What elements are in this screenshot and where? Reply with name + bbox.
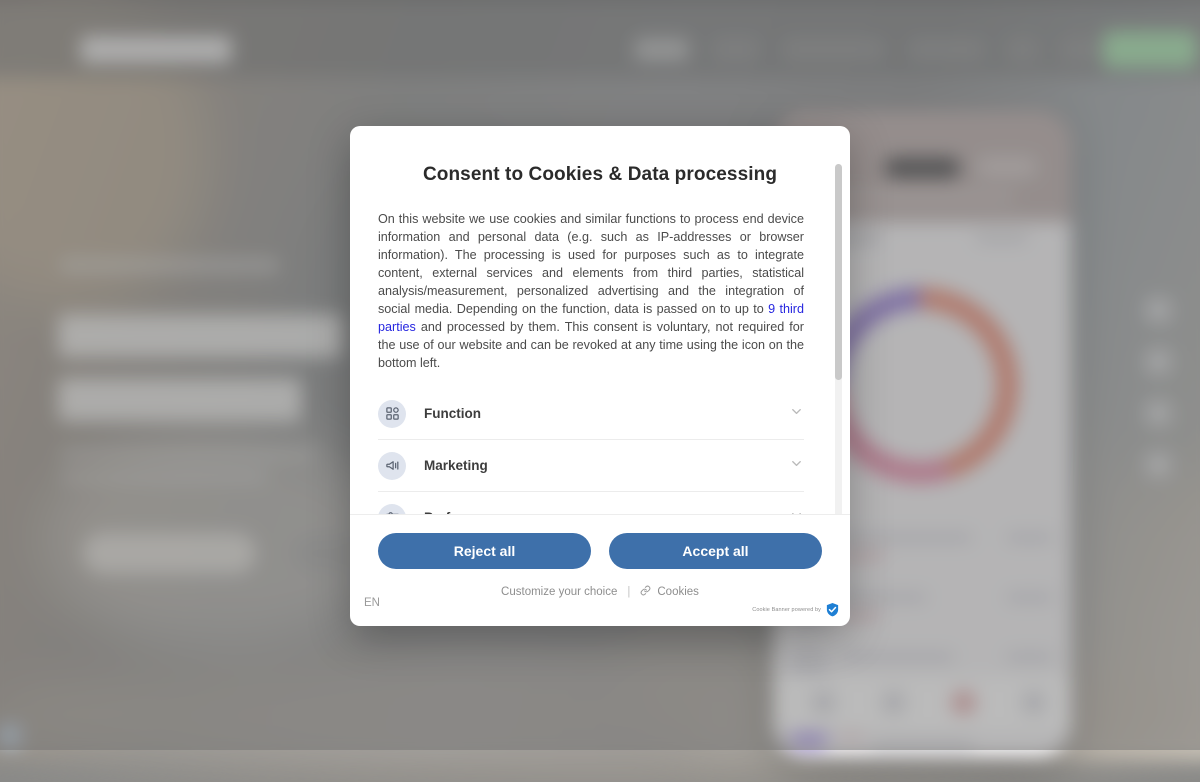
modal-scrollbar-track[interactable] — [835, 164, 842, 514]
modal-title: Consent to Cookies & Data processing — [378, 164, 822, 186]
modal-footer: Reject all Accept all Customize your cho… — [350, 514, 850, 626]
modal-footer-links: Customize your choice | Cookies — [378, 585, 822, 599]
consent-category-label: Marketing — [424, 458, 789, 473]
reject-all-button[interactable]: Reject all — [378, 533, 591, 569]
shield-check-icon — [825, 602, 840, 617]
powered-by-badge[interactable]: Cookie Banner powered by — [752, 602, 840, 617]
chevron-down-icon[interactable] — [789, 456, 804, 476]
sliders-icon — [378, 504, 406, 515]
customize-choice-link[interactable]: Customize your choice — [501, 586, 617, 598]
body-text-part-2: and processed by them. This consent is v… — [378, 320, 804, 370]
modal-body-text: On this website we use cookies and simil… — [378, 210, 822, 372]
chevron-down-icon[interactable] — [789, 404, 804, 424]
cookies-link[interactable]: Cookies — [640, 585, 699, 599]
consent-category-label: Function — [424, 406, 789, 421]
body-text-part-1: On this website we use cookies and simil… — [378, 212, 804, 316]
powered-by-label: Cookie Banner powered by — [752, 607, 821, 613]
language-selector[interactable]: EN — [364, 597, 380, 609]
consent-category-list: Function Marketing Preferences — [378, 388, 822, 514]
cookie-consent-modal: Consent to Cookies & Data processing On … — [350, 126, 850, 626]
modal-scrollbar-thumb[interactable] — [835, 164, 842, 380]
link-chain-icon — [640, 585, 651, 599]
footer-separator: | — [627, 586, 630, 598]
consent-category-row[interactable]: Preferences — [378, 492, 804, 514]
modal-scroll-area[interactable]: Consent to Cookies & Data processing On … — [350, 126, 850, 514]
consent-category-row[interactable]: Function — [378, 388, 804, 440]
cookies-link-label: Cookies — [657, 586, 699, 598]
consent-category-row[interactable]: Marketing — [378, 440, 804, 492]
modal-button-row: Reject all Accept all — [378, 533, 822, 569]
grid-icon — [378, 400, 406, 428]
accept-all-button[interactable]: Accept all — [609, 533, 822, 569]
megaphone-icon — [378, 452, 406, 480]
